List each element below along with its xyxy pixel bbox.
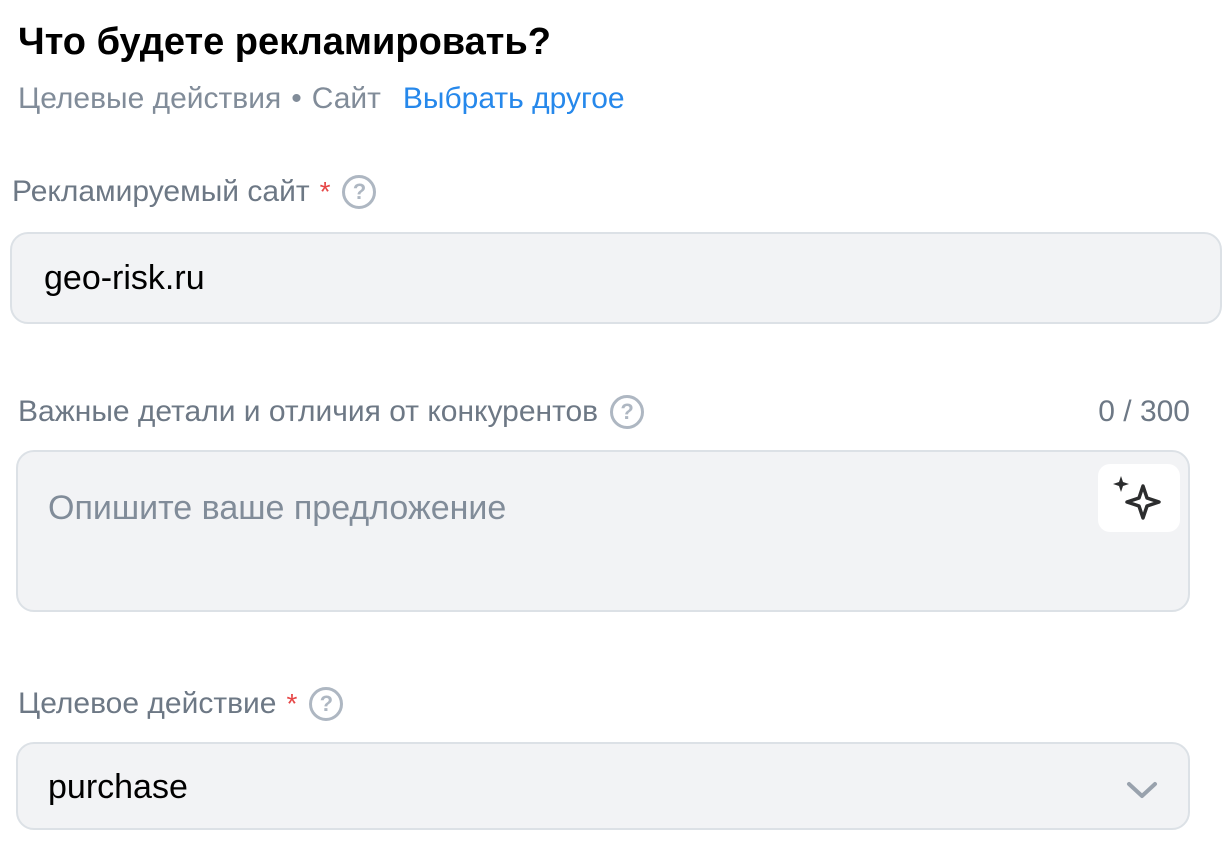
ai-generate-button[interactable] <box>1098 464 1180 532</box>
required-mark: * <box>286 688 298 719</box>
selected-objective-summary: Целевые действия • Сайт Выбрать другое <box>18 78 625 120</box>
objective-subtype: Сайт <box>311 82 381 115</box>
help-icon[interactable]: ? <box>309 687 344 721</box>
offer-description-textarea[interactable]: Опишите ваше предложение <box>16 450 1190 612</box>
details-field-label-row: Важные детали и отличия от конкурентов ? <box>18 392 645 432</box>
action-field-label: Целевое действие <box>18 687 277 720</box>
help-icon[interactable]: ? <box>610 395 645 429</box>
ad-object-form: Что будете рекламировать? Целевые действ… <box>0 0 1232 864</box>
details-field-label: Важные детали и отличия от конкурентов <box>18 395 599 428</box>
help-icon[interactable]: ? <box>342 175 377 209</box>
character-counter: 0 / 300 <box>1098 395 1190 428</box>
offer-description-placeholder: Опишите ваше предложение <box>48 489 507 527</box>
target-action-value: purchase <box>48 768 188 806</box>
target-action-select[interactable]: purchase <box>16 742 1190 830</box>
objective-type: Целевые действия <box>18 82 282 115</box>
action-field-label-row: Целевое действие * ? <box>18 684 344 724</box>
separator-dot: • <box>291 82 302 115</box>
required-mark: * <box>319 176 331 207</box>
site-url-input[interactable]: geo-risk.ru <box>10 232 1222 324</box>
site-field-label-row: Рекламируемый сайт * ? <box>12 172 377 212</box>
change-objective-link[interactable]: Выбрать другое <box>403 82 625 115</box>
page-title: Что будете рекламировать? <box>18 21 551 63</box>
site-field-label: Рекламируемый сайт <box>12 175 310 208</box>
sparkles-icon <box>1113 476 1161 520</box>
chevron-down-icon <box>1122 770 1162 810</box>
site-url-value: geo-risk.ru <box>44 259 205 297</box>
